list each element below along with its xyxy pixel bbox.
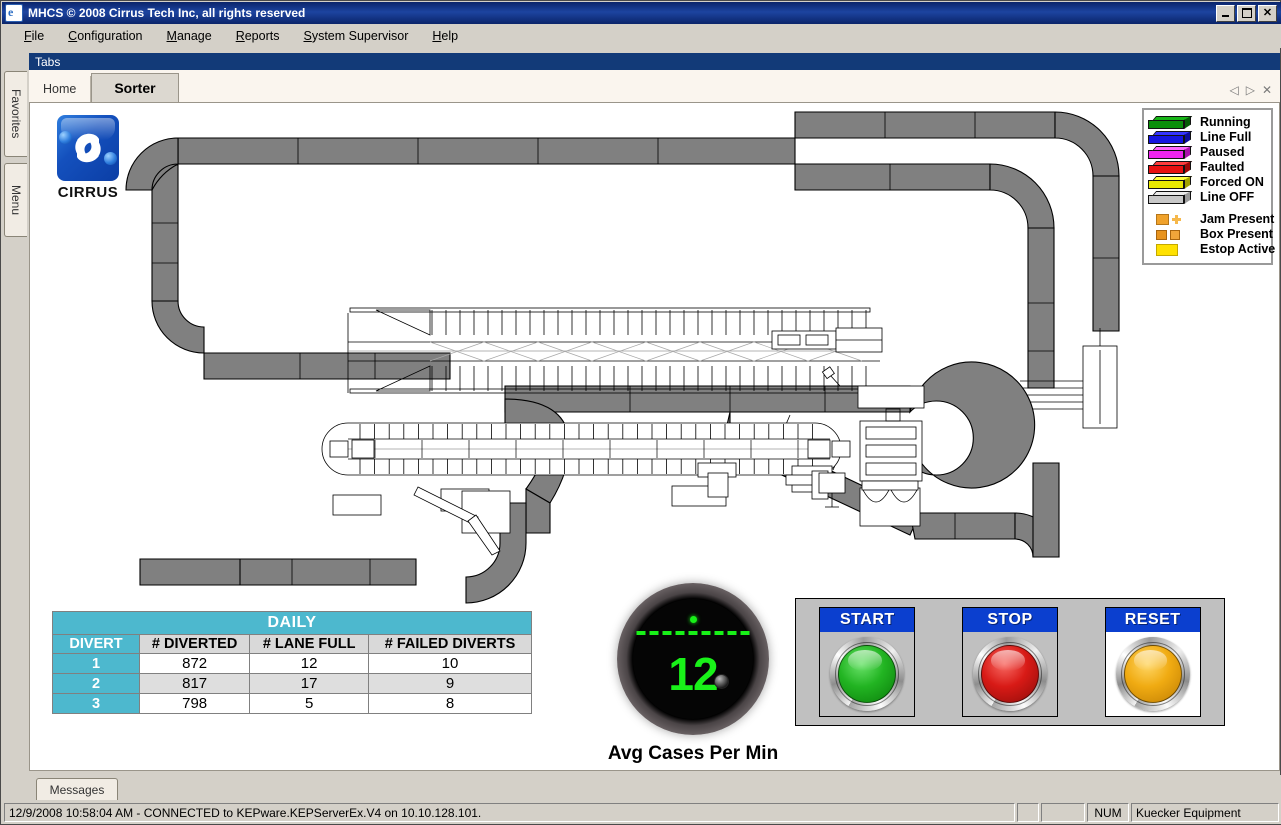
start-button-body bbox=[820, 632, 914, 716]
start-lamp-bezel bbox=[830, 637, 905, 711]
gantry-truss bbox=[347, 307, 880, 394]
status-bar: 12/9/2008 10:58:04 AM - CONNECTED to KEP… bbox=[2, 801, 1281, 824]
stop-button[interactable]: STOP bbox=[961, 607, 1058, 717]
tab-home[interactable]: Home bbox=[29, 76, 92, 102]
control-button-panel: START STOP RESET bbox=[795, 598, 1225, 726]
column-header-diverted: # DIVERTED bbox=[138, 634, 251, 654]
messages-tab[interactable]: Messages bbox=[36, 778, 118, 800]
reset-lamp-amber bbox=[1123, 645, 1182, 703]
company-indicator: Kuecker Equipment bbox=[1131, 803, 1279, 822]
left-sidebar: Favorites Menu bbox=[2, 51, 28, 775]
cell-failed: 10 bbox=[368, 653, 532, 674]
upper-machine bbox=[771, 327, 883, 353]
tab-close-icon[interactable]: ✕ bbox=[1262, 83, 1272, 97]
menu-item-file[interactable]: File bbox=[12, 27, 56, 45]
sorter-unit bbox=[321, 422, 851, 476]
gauge-label: Avg Cases Per Min bbox=[607, 743, 779, 764]
cell-failed: 9 bbox=[368, 673, 532, 694]
cell-divert: 3 bbox=[52, 693, 140, 714]
sensor-post bbox=[821, 366, 841, 387]
stop-lamp-red bbox=[980, 645, 1039, 703]
gauge-bezel: 12 bbox=[617, 583, 769, 735]
gauge-value: 12 bbox=[668, 648, 718, 700]
cell-lane-full: 12 bbox=[249, 653, 369, 674]
diverter-arm bbox=[413, 486, 511, 556]
gauge-face: 12 bbox=[633, 599, 753, 719]
cell-lane-full: 5 bbox=[249, 693, 369, 714]
sidebar-tab-menu[interactable]: Menu bbox=[4, 163, 27, 237]
reset-lamp-bezel bbox=[1115, 637, 1190, 711]
status-slot-1 bbox=[1017, 803, 1039, 822]
reset-button-label: RESET bbox=[1105, 608, 1200, 632]
reset-button[interactable]: RESET bbox=[1104, 607, 1201, 717]
menu-bar: File Configuration Manage Reports System… bbox=[2, 24, 1281, 48]
column-header-failed-diverts: # FAILED DIVERTS bbox=[368, 634, 532, 654]
cell-lane-full: 17 bbox=[249, 673, 369, 694]
tabs-panel-header: Tabs bbox=[29, 53, 1280, 70]
inner-right-conveyor bbox=[794, 163, 1055, 389]
num-lock-indicator: NUM bbox=[1087, 803, 1129, 822]
daily-stats-table: DAILY DIVERT # DIVERTED # LANE FULL # FA… bbox=[52, 611, 532, 714]
control-cabinet bbox=[1082, 328, 1118, 429]
menu-item-reports[interactable]: Reports bbox=[224, 27, 292, 45]
start-button[interactable]: START bbox=[819, 607, 916, 717]
cell-divert: 1 bbox=[52, 653, 140, 674]
menu-item-manage[interactable]: Manage bbox=[155, 27, 224, 45]
menu-item-help[interactable]: Help bbox=[420, 27, 470, 45]
stop-button-label: STOP bbox=[962, 608, 1057, 632]
rate-gauge-widget: 12 Avg Cases Per Min bbox=[578, 583, 808, 765]
transfer-machine bbox=[857, 385, 925, 527]
cell-failed: 8 bbox=[368, 693, 532, 714]
stop-lamp-bezel bbox=[972, 637, 1047, 711]
maximize-button[interactable] bbox=[1237, 4, 1256, 22]
app-icon: e bbox=[5, 4, 23, 22]
menu-item-system-supervisor[interactable]: System Supervisor bbox=[291, 27, 420, 45]
title-bar: e MHCS © 2008 Cirrus Tech Inc, all right… bbox=[2, 2, 1281, 24]
tab-next-icon[interactable]: ▷ bbox=[1246, 83, 1255, 97]
window-title: MHCS © 2008 Cirrus Tech Inc, all rights … bbox=[28, 6, 306, 20]
tab-strip: Home Sorter ◁ ▷ ✕ bbox=[29, 70, 1280, 103]
window-controls: ✕ bbox=[1216, 4, 1281, 22]
main-loop-conveyor bbox=[125, 137, 796, 380]
application-window: e MHCS © 2008 Cirrus Tech Inc, all right… bbox=[0, 0, 1281, 825]
cell-diverted: 872 bbox=[138, 653, 251, 674]
start-lamp-green bbox=[838, 645, 897, 703]
close-button[interactable]: ✕ bbox=[1258, 4, 1277, 22]
table-title: DAILY bbox=[52, 611, 532, 635]
minimize-button[interactable] bbox=[1216, 4, 1235, 22]
gauge-led-button[interactable] bbox=[714, 674, 729, 689]
upper-right-conveyor bbox=[794, 111, 1120, 332]
column-header-lane-full: # LANE FULL bbox=[249, 634, 369, 654]
column-header-divert: DIVERT bbox=[52, 634, 140, 654]
table-title-row: DAILY bbox=[52, 611, 532, 635]
tab-sorter[interactable]: Sorter bbox=[91, 73, 179, 102]
status-slot-2 bbox=[1041, 803, 1085, 822]
start-button-label: START bbox=[820, 608, 915, 632]
menu-label-file: ile bbox=[31, 29, 45, 43]
tab-prev-icon[interactable]: ◁ bbox=[1229, 83, 1238, 97]
table-row: 3 798 5 8 bbox=[52, 693, 532, 714]
stop-button-body bbox=[963, 632, 1057, 716]
gauge-top-indicator-dot bbox=[689, 616, 697, 623]
table-row: 2 817 17 9 bbox=[52, 673, 532, 694]
cell-diverted: 817 bbox=[138, 673, 251, 694]
hmi-canvas: CIRRUS Running Line Full Paused Faulted … bbox=[29, 103, 1280, 771]
menu-item-configuration[interactable]: Configuration bbox=[56, 27, 154, 45]
gauge-bargraph bbox=[636, 631, 750, 635]
reset-button-body bbox=[1106, 632, 1200, 716]
cell-divert: 2 bbox=[52, 673, 140, 694]
cell-diverted: 798 bbox=[138, 693, 251, 714]
status-message: 12/9/2008 10:58:04 AM - CONNECTED to KEP… bbox=[4, 803, 1015, 822]
sidebar-tab-favorites[interactable]: Favorites bbox=[4, 71, 27, 157]
messages-strip: Messages bbox=[2, 775, 1281, 801]
table-header-row: DIVERT # DIVERTED # LANE FULL # FAILED D… bbox=[52, 634, 532, 654]
tab-navigation: ◁ ▷ ✕ bbox=[1229, 83, 1280, 102]
table-row: 1 872 12 10 bbox=[52, 653, 532, 674]
